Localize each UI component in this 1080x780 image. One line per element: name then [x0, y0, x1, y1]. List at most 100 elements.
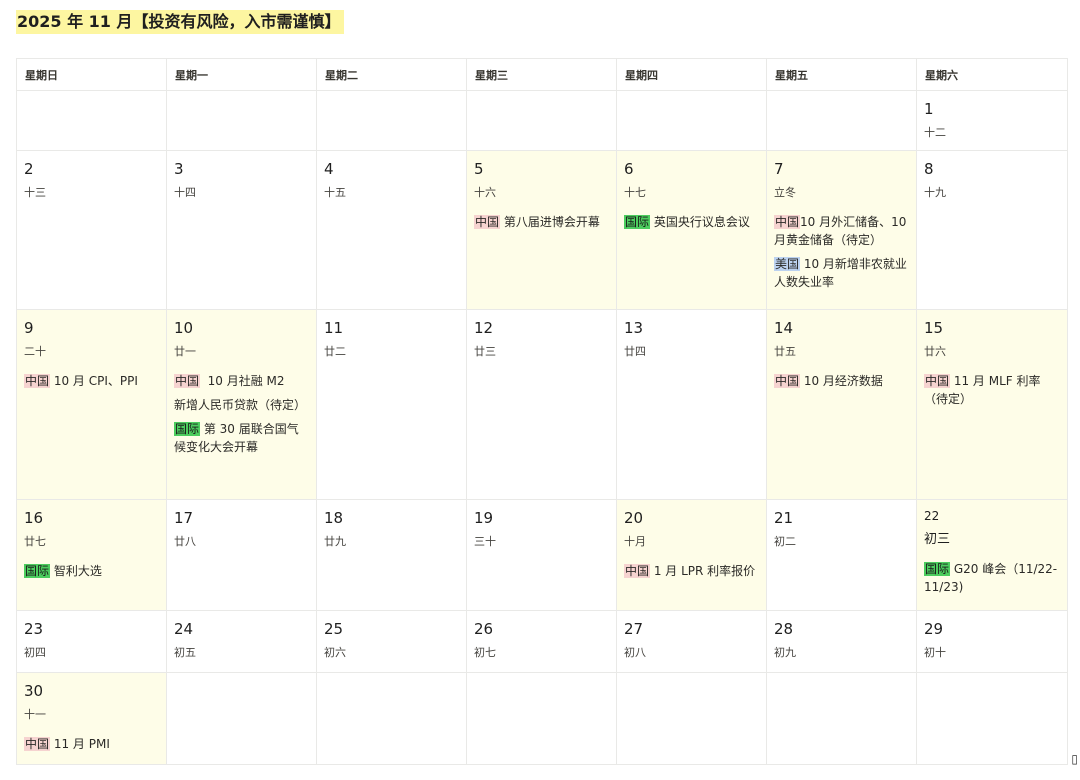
tag-international: 国际 — [174, 422, 201, 436]
day-cell-18[interactable]: 18 廿九 — [316, 499, 467, 611]
lunar-date: 廿三 — [474, 345, 496, 358]
edge-handle-icon[interactable]: ▯ — [1071, 752, 1078, 766]
day-number: 13 — [624, 319, 644, 337]
empty-day-cell[interactable] — [766, 90, 917, 151]
day-number: 17 — [174, 509, 194, 527]
day-number: 11 — [324, 319, 344, 337]
week-row: 30 十一 中国 11 月 PMI — [16, 672, 1068, 765]
weekday-tue: 星期二 — [316, 58, 467, 91]
day-cell-17[interactable]: 17 廿八 — [166, 499, 317, 611]
empty-day-cell[interactable] — [316, 90, 467, 151]
day-cell-8[interactable]: 8 十九 — [916, 150, 1068, 310]
day-number: 22 — [924, 509, 940, 523]
calendar-event[interactable]: 中国 10 月经济数据 — [774, 372, 910, 390]
day-cell-20[interactable]: 20 十月 中国 1 月 LPR 利率报价 — [616, 499, 767, 611]
calendar-event[interactable]: 中国 第八届进博会开幕 — [474, 213, 610, 231]
day-number: 8 — [924, 160, 934, 178]
calendar-event[interactable]: 国际 英国央行议息会议 — [624, 213, 760, 231]
calendar-event[interactable]: 新增人民币贷款（待定） — [174, 396, 310, 414]
day-cell-14[interactable]: 14 廿五 中国 10 月经济数据 — [766, 309, 917, 500]
empty-day-cell[interactable] — [616, 672, 767, 765]
event-text: 智利大选 — [53, 564, 102, 578]
lunar-date: 三十 — [474, 535, 496, 548]
day-cell-7[interactable]: 7 立冬 中国10 月外汇储备、10 月黄金储备（待定） 美国 10 月新增非农… — [766, 150, 917, 310]
calendar-event[interactable]: 中国 11 月 MLF 利率（待定） — [924, 372, 1061, 408]
lunar-date: 十七 — [624, 186, 646, 199]
lunar-date: 廿七 — [24, 535, 46, 548]
weekday-sat: 星期六 — [916, 58, 1068, 91]
empty-day-cell[interactable] — [466, 672, 617, 765]
lunar-date: 廿八 — [174, 535, 196, 548]
empty-day-cell[interactable] — [466, 90, 617, 151]
event-text: 11 月 PMI — [53, 737, 110, 751]
calendar-event[interactable]: 中国 1 月 LPR 利率报价 — [624, 562, 760, 580]
calendar-event[interactable]: 国际 第 30 届联合国气候变化大会开幕 — [174, 420, 310, 456]
lunar-date: 初六 — [324, 646, 346, 659]
weekday-sun: 星期日 — [16, 58, 167, 91]
day-cell-1[interactable]: 1 十二 — [916, 90, 1068, 151]
day-number: 28 — [774, 620, 794, 638]
calendar-event[interactable]: 中国 11 月 PMI — [24, 735, 160, 753]
day-cell-11[interactable]: 11 廿二 — [316, 309, 467, 500]
day-number: 12 — [474, 319, 494, 337]
lunar-date: 十二 — [924, 126, 946, 139]
lunar-date: 十九 — [924, 186, 946, 199]
day-cell-10[interactable]: 10 廿一 中国 10 月社融 M2 新增人民币贷款（待定） 国际 第 30 届… — [166, 309, 317, 500]
calendar-event[interactable]: 国际 G20 峰会（11/22-11/23) — [924, 560, 1061, 596]
day-cell-27[interactable]: 27 初八 — [616, 610, 767, 673]
tag-china: 中国 — [774, 374, 801, 388]
lunar-date: 二十 — [24, 345, 46, 358]
week-row: 16 廿七 国际 智利大选 17 廿八 18 廿九 19 三十 20 十月 中国… — [16, 499, 1068, 611]
empty-day-cell[interactable] — [316, 672, 467, 765]
empty-day-cell[interactable] — [616, 90, 767, 151]
day-cell-9[interactable]: 9 二十 中国 10 月 CPI、PPI — [16, 309, 167, 500]
lunar-date: 十月 — [624, 535, 646, 548]
lunar-date: 初七 — [474, 646, 496, 659]
calendar-event[interactable]: 中国10 月外汇储备、10 月黄金储备（待定） — [774, 213, 910, 249]
day-cell-2[interactable]: 2 十三 — [16, 150, 167, 310]
lunar-date: 初四 — [24, 646, 46, 659]
day-cell-12[interactable]: 12 廿三 — [466, 309, 617, 500]
day-cell-16[interactable]: 16 廿七 国际 智利大选 — [16, 499, 167, 611]
day-cell-3[interactable]: 3 十四 — [166, 150, 317, 310]
event-text: 1 月 LPR 利率报价 — [653, 564, 756, 578]
day-number: 2 — [24, 160, 34, 178]
calendar-event[interactable]: 中国 10 月社融 M2 — [174, 372, 310, 390]
day-cell-23[interactable]: 23 初四 — [16, 610, 167, 673]
day-number: 27 — [624, 620, 644, 638]
day-cell-28[interactable]: 28 初九 — [766, 610, 917, 673]
weekday-fri: 星期五 — [766, 58, 917, 91]
day-cell-19[interactable]: 19 三十 — [466, 499, 617, 611]
tag-china: 中国 — [174, 374, 201, 388]
day-cell-6[interactable]: 6 十七 国际 英国央行议息会议 — [616, 150, 767, 310]
day-number: 16 — [24, 509, 44, 527]
lunar-date: 十五 — [324, 186, 346, 199]
day-cell-15[interactable]: 15 廿六 中国 11 月 MLF 利率（待定） — [916, 309, 1068, 500]
day-number: 15 — [924, 319, 944, 337]
tag-china: 中国 — [774, 215, 801, 229]
calendar-event[interactable]: 美国 10 月新增非农就业人数失业率 — [774, 255, 910, 291]
day-cell-5[interactable]: 5 十六 中国 第八届进博会开幕 — [466, 150, 617, 310]
day-cell-30[interactable]: 30 十一 中国 11 月 PMI — [16, 672, 167, 765]
lunar-date: 十六 — [474, 186, 496, 199]
day-cell-26[interactable]: 26 初七 — [466, 610, 617, 673]
day-number: 7 — [774, 160, 784, 178]
empty-day-cell[interactable] — [16, 90, 167, 151]
day-cell-13[interactable]: 13 廿四 — [616, 309, 767, 500]
day-cell-24[interactable]: 24 初五 — [166, 610, 317, 673]
day-cell-25[interactable]: 25 初六 — [316, 610, 467, 673]
empty-day-cell[interactable] — [916, 672, 1068, 765]
calendar-event[interactable]: 中国 10 月 CPI、PPI — [24, 372, 160, 390]
calendar-event[interactable]: 国际 智利大选 — [24, 562, 160, 580]
day-cell-4[interactable]: 4 十五 — [316, 150, 467, 310]
lunar-date: 十四 — [174, 186, 196, 199]
tag-china: 中国 — [624, 564, 651, 578]
empty-day-cell[interactable] — [166, 672, 317, 765]
empty-day-cell[interactable] — [166, 90, 317, 151]
lunar-date: 初五 — [174, 646, 196, 659]
empty-day-cell[interactable] — [766, 672, 917, 765]
day-cell-22[interactable]: 22 初三 国际 G20 峰会（11/22-11/23) — [916, 499, 1068, 611]
event-text: 10 月经济数据 — [803, 374, 883, 388]
day-cell-29[interactable]: 29 初十 — [916, 610, 1068, 673]
day-cell-21[interactable]: 21 初二 — [766, 499, 917, 611]
